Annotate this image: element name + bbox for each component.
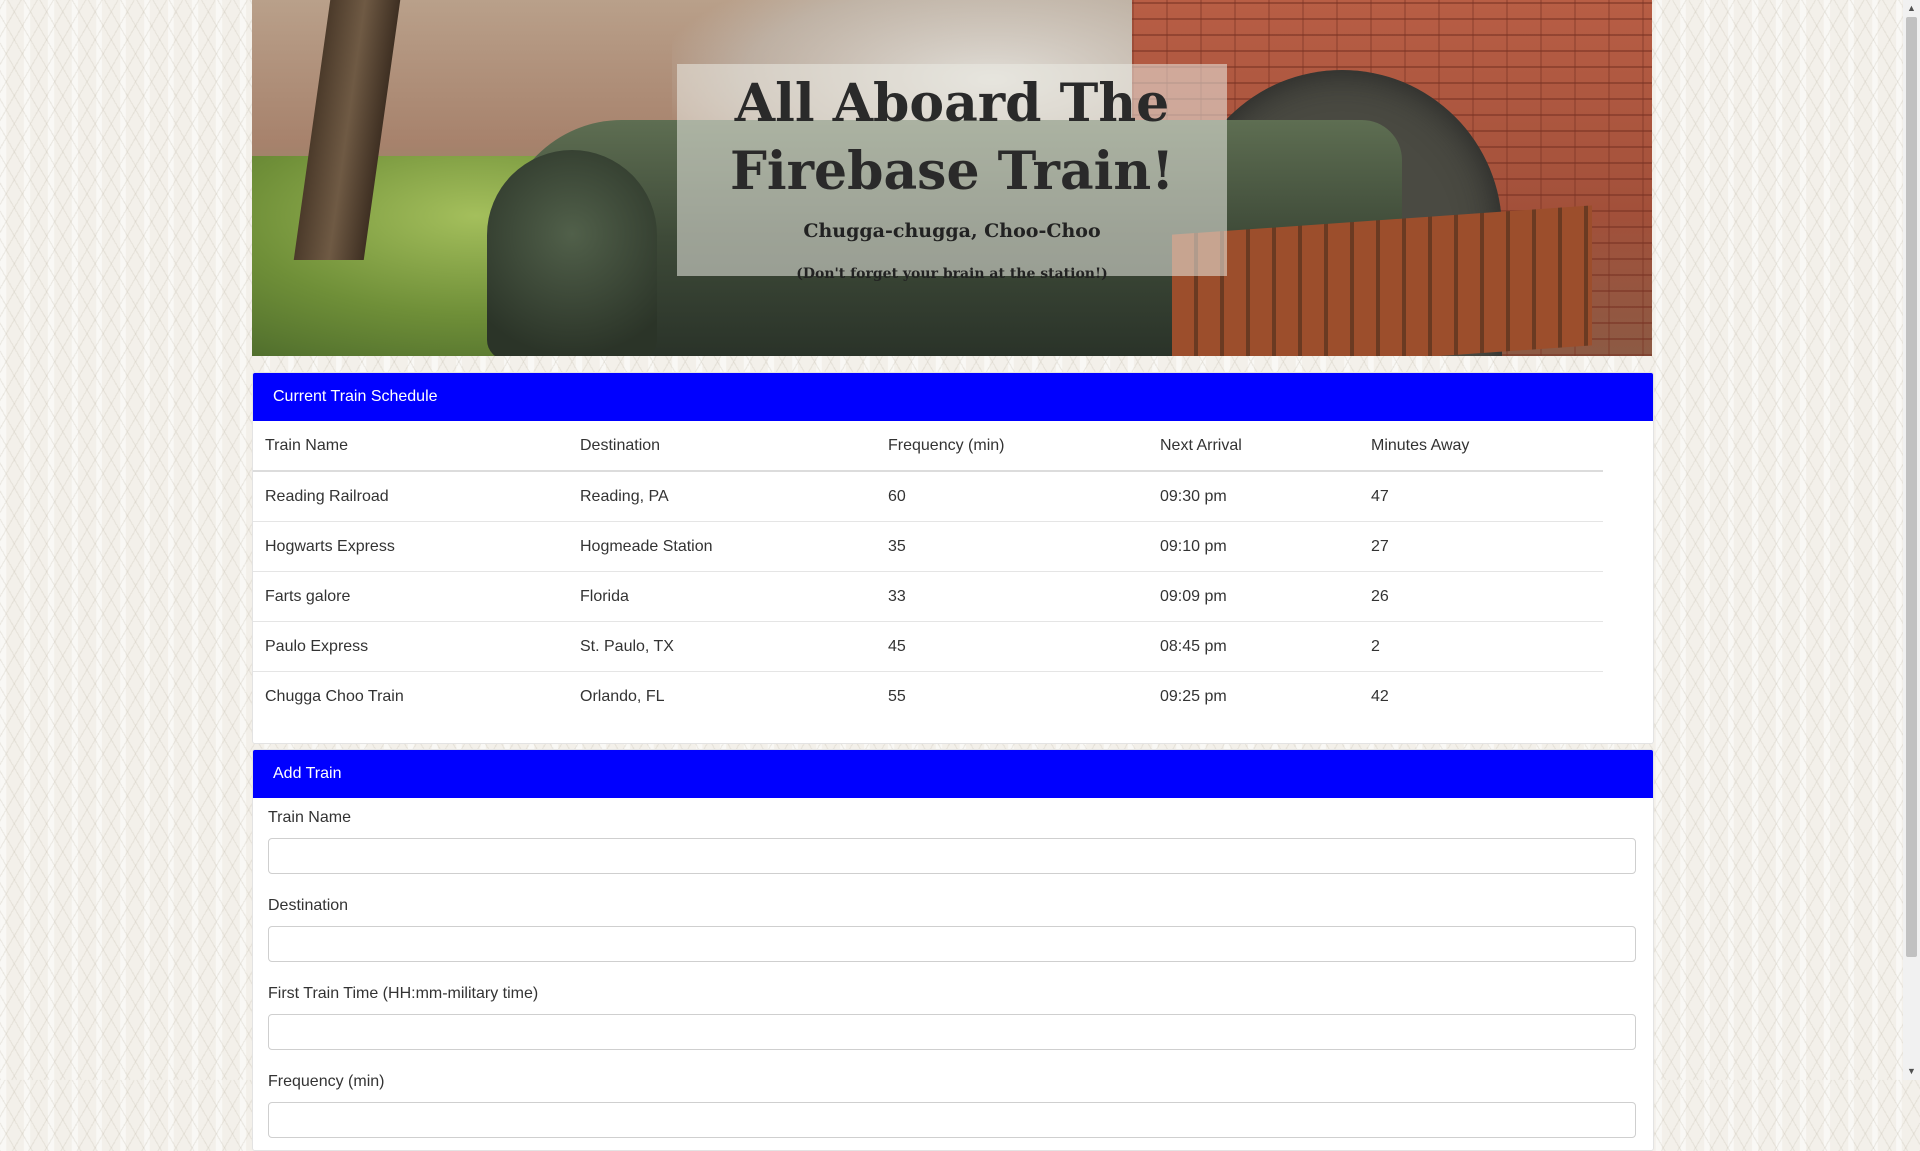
cell-train-name: Chugga Choo Train bbox=[253, 671, 568, 721]
cell-minutes-away: 47 bbox=[1359, 470, 1603, 522]
cell-frequency: 60 bbox=[876, 470, 1148, 522]
schedule-card-header: Current Train Schedule bbox=[253, 373, 1653, 421]
cell-next-arrival: 09:25 pm bbox=[1148, 671, 1359, 721]
add-train-card-header: Add Train bbox=[253, 750, 1653, 798]
cell-next-arrival: 09:09 pm bbox=[1148, 571, 1359, 622]
column-header-frequency: Frequency (min) bbox=[876, 421, 1148, 472]
cell-destination: Reading, PA bbox=[568, 470, 876, 522]
hero-banner: All Aboard The Firebase Train! Chugga-ch… bbox=[252, 0, 1652, 356]
hero-locomotive-front bbox=[487, 150, 657, 356]
destination-input[interactable] bbox=[268, 926, 1636, 962]
cell-destination: St. Paulo, TX bbox=[568, 621, 876, 672]
train-name-input[interactable] bbox=[268, 838, 1636, 874]
table-row: Reading Railroad Reading, PA 60 09:30 pm… bbox=[253, 470, 1603, 522]
page-container: All Aboard The Firebase Train! Chugga-ch… bbox=[252, 0, 1654, 1151]
scrollbar-thumb[interactable] bbox=[1906, 17, 1917, 957]
table-row: Farts galore Florida 33 09:09 pm 26 bbox=[253, 571, 1603, 622]
vertical-scrollbar[interactable]: ▲ ▼ bbox=[1903, 0, 1920, 1080]
train-name-label: Train Name bbox=[268, 809, 351, 826]
cell-frequency: 35 bbox=[876, 521, 1148, 572]
column-header-train-name: Train Name bbox=[253, 421, 568, 472]
table-header-row: Train Name Destination Frequency (min) N… bbox=[253, 421, 1603, 472]
destination-label: Destination bbox=[268, 897, 349, 914]
cell-frequency: 55 bbox=[876, 671, 1148, 721]
column-header-destination: Destination bbox=[568, 421, 876, 472]
frequency-input[interactable] bbox=[268, 1102, 1636, 1138]
table-row: Hogwarts Express Hogmeade Station 35 09:… bbox=[253, 521, 1603, 572]
cell-destination: Florida bbox=[568, 571, 876, 622]
cell-minutes-away: 42 bbox=[1359, 671, 1603, 721]
column-header-minutes-away: Minutes Away bbox=[1359, 421, 1603, 472]
cell-minutes-away: 27 bbox=[1359, 521, 1603, 572]
scroll-down-icon[interactable]: ▼ bbox=[1903, 1063, 1920, 1080]
cell-train-name: Reading Railroad bbox=[253, 470, 568, 522]
add-train-card: Add Train Train Name Destination First T… bbox=[252, 749, 1654, 1151]
cell-train-name: Paulo Express bbox=[253, 621, 568, 672]
first-train-time-label: First Train Time (HH:mm-military time) bbox=[268, 985, 539, 1002]
first-train-time-input[interactable] bbox=[268, 1014, 1636, 1050]
add-train-form: Train Name Destination First Train Time … bbox=[253, 798, 1653, 1138]
cell-next-arrival: 09:10 pm bbox=[1148, 521, 1359, 572]
hero-title-box: All Aboard The Firebase Train! Chugga-ch… bbox=[677, 64, 1227, 282]
cell-frequency: 33 bbox=[876, 571, 1148, 622]
cell-destination: Orlando, FL bbox=[568, 671, 876, 721]
scroll-up-icon[interactable]: ▲ bbox=[1903, 0, 1920, 17]
cell-train-name: Farts galore bbox=[253, 571, 568, 622]
cell-frequency: 45 bbox=[876, 621, 1148, 672]
cell-destination: Hogmeade Station bbox=[568, 521, 876, 572]
schedule-card: Current Train Schedule Train Name Destin… bbox=[252, 372, 1654, 744]
cell-next-arrival: 09:30 pm bbox=[1148, 470, 1359, 522]
frequency-label: Frequency (min) bbox=[268, 1073, 385, 1090]
table-row: Paulo Express St. Paulo, TX 45 08:45 pm … bbox=[253, 621, 1603, 672]
table-row: Chugga Choo Train Orlando, FL 55 09:25 p… bbox=[253, 671, 1603, 721]
column-header-next-arrival: Next Arrival bbox=[1148, 421, 1359, 472]
schedule-table: Train Name Destination Frequency (min) N… bbox=[253, 421, 1603, 721]
cell-minutes-away: 26 bbox=[1359, 571, 1603, 622]
cell-train-name: Hogwarts Express bbox=[253, 521, 568, 572]
page-subtitle: Chugga-chugga, Choo-Choo bbox=[803, 220, 1101, 242]
cell-next-arrival: 08:45 pm bbox=[1148, 621, 1359, 672]
page-title: All Aboard The Firebase Train! bbox=[729, 73, 1175, 202]
cell-minutes-away: 2 bbox=[1359, 621, 1603, 672]
page-note: (Don't forget your brain at the station!… bbox=[796, 266, 1108, 282]
